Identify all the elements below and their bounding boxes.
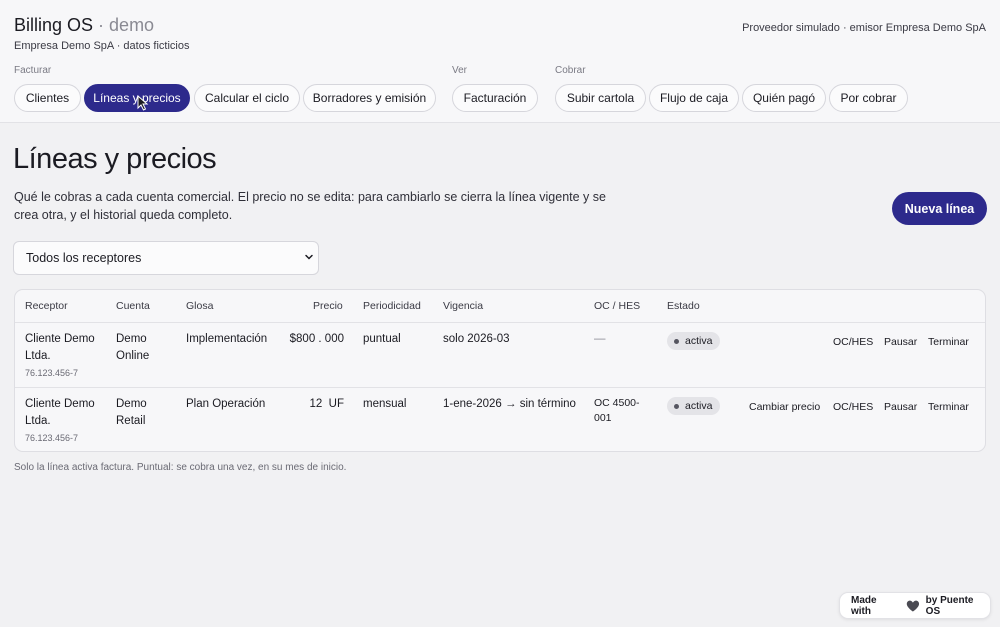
pause-button[interactable]: Pausar: [884, 401, 917, 413]
cell-vigencia: 1-ene-2026 → sin término: [443, 398, 576, 410]
table-row: Cliente Demo Ltda. 76.123.456-7 Demo Ret…: [15, 388, 985, 451]
cell-precio: $800 . 000: [289, 333, 344, 345]
provider-label: Proveedor simulado · emisor Empresa Demo…: [742, 22, 986, 34]
col-glosa: Glosa: [186, 300, 214, 312]
cell-glosa: Implementación: [186, 333, 268, 345]
made-with-badge[interactable]: Made with by Puente OS: [839, 592, 991, 619]
cell-receptor: Cliente Demo Ltda. 76.123.456-7: [25, 396, 105, 447]
status-label: activa: [685, 400, 713, 412]
col-oc-hes: OC / HES: [594, 300, 641, 312]
heart-icon: [906, 600, 919, 611]
nav-flujo-caja[interactable]: Flujo de caja: [649, 84, 739, 112]
receptor-rut: 76.123.456-7: [25, 368, 79, 378]
app-suffix: · demo: [98, 15, 155, 35]
status-dot-icon: [674, 403, 679, 409]
cell-precio: 12 UF: [309, 398, 344, 410]
col-periodicidad: Periodicidad: [363, 300, 421, 312]
col-vigencia: Vigencia: [443, 300, 484, 312]
oc-hes-button[interactable]: OC/HES: [833, 401, 873, 413]
terminate-button[interactable]: Terminar: [928, 401, 969, 413]
cell-oc-hes: OC 4500-001: [594, 397, 640, 424]
cell-vigencia: solo 2026-03: [443, 333, 510, 345]
nav-clientes[interactable]: Clientes: [14, 84, 81, 112]
nav-por-cobrar[interactable]: Por cobrar: [829, 84, 908, 112]
status-badge: activa: [667, 397, 721, 415]
receptor-rut: 76.123.456-7: [25, 433, 79, 443]
mouse-cursor-icon: [137, 95, 149, 111]
app-header: Billing OS · demo Empresa Demo SpA · dat…: [0, 0, 1000, 123]
oc-hes-button[interactable]: OC/HES: [833, 336, 873, 348]
col-precio: Precio: [313, 300, 343, 312]
lines-table: Receptor Cuenta Glosa Precio Periodicida…: [14, 289, 986, 452]
org-label: Empresa Demo SpA · datos ficticios: [14, 40, 190, 52]
nav-quien-pago[interactable]: Quién pagó: [742, 84, 826, 112]
cell-receptor: Cliente Demo Ltda. 76.123.456-7: [25, 331, 105, 382]
nav-borradores-emision[interactable]: Borradores y emisión: [303, 84, 436, 112]
terminate-button[interactable]: Terminar: [928, 336, 969, 348]
nav-subir-cartola[interactable]: Subir cartola: [555, 84, 646, 112]
receptor-filter-select[interactable]: Todos los receptores: [13, 241, 319, 275]
made-by-label: by Puente OS: [925, 594, 974, 617]
receptor-filter-value: Todos los receptores: [26, 251, 142, 265]
page-description: Qué le cobras a cada cuenta comercial. E…: [14, 190, 606, 222]
nav-calcular-ciclo[interactable]: Calcular el ciclo: [194, 84, 300, 112]
pause-button[interactable]: Pausar: [884, 336, 917, 348]
change-price-button[interactable]: Cambiar precio: [749, 401, 820, 413]
col-estado: Estado: [667, 300, 700, 312]
table-row: Cliente Demo Ltda. 76.123.456-7 Demo Onl…: [15, 323, 985, 388]
cell-periodicidad: puntual: [363, 333, 401, 345]
receptor-name: Cliente Demo Ltda.: [25, 333, 95, 362]
status-badge: activa: [667, 332, 721, 350]
cell-glosa: Plan Operación: [186, 398, 266, 410]
cell-oc-hes: —: [594, 333, 606, 345]
app-brand: Billing OS · demo: [14, 15, 154, 36]
group-label-cobrar: Cobrar: [555, 65, 586, 76]
table-header: Receptor Cuenta Glosa Precio Periodicida…: [15, 290, 985, 323]
chevron-down-icon: [305, 254, 313, 260]
cell-periodicidad: mensual: [363, 398, 407, 410]
table-footnote: Solo la línea activa factura. Puntual: s…: [14, 462, 347, 473]
cell-cuenta: Demo Online: [116, 333, 150, 362]
status-dot-icon: [674, 338, 679, 344]
app-name: Billing OS: [14, 15, 94, 35]
new-line-button[interactable]: Nueva línea: [892, 192, 987, 225]
group-label-facturar: Facturar: [14, 65, 52, 76]
receptor-name: Cliente Demo Ltda.: [25, 398, 95, 427]
status-label: activa: [685, 335, 713, 347]
page-title: Líneas y precios: [13, 143, 217, 175]
nav-facturacion[interactable]: Facturación: [452, 84, 538, 112]
group-label-ver: Ver: [452, 65, 468, 76]
col-cuenta: Cuenta: [116, 300, 150, 312]
made-with-label: Made with: [851, 594, 877, 617]
cell-cuenta: Demo Retail: [116, 398, 147, 427]
col-receptor: Receptor: [25, 300, 68, 312]
